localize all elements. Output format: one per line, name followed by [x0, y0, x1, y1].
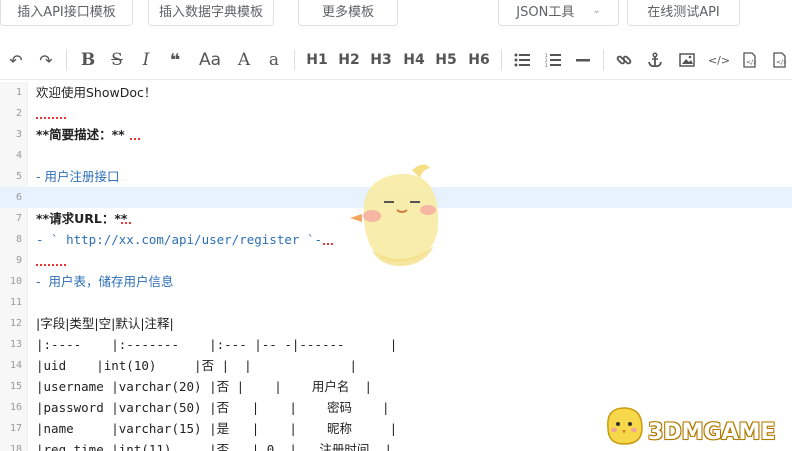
- chevron-down-icon: ⌄: [592, 4, 601, 16]
- bold-icon[interactable]: B: [78, 48, 98, 72]
- insert-api-template-label: 插入API接口模板: [17, 4, 116, 20]
- link-icon[interactable]: [614, 48, 634, 72]
- watermark-chick-icon: [607, 407, 643, 445]
- quote-icon[interactable]: ❝: [164, 48, 186, 72]
- horizontal-rule-icon[interactable]: [573, 48, 593, 72]
- editor-line: 12 |字段|类型|空|默认|注释|: [0, 313, 792, 334]
- code-icon[interactable]: </>: [708, 48, 730, 72]
- line-text: |username |varchar(20) |否 | | 用户名 |: [36, 379, 372, 394]
- more-templates-label: 更多模板: [321, 4, 374, 20]
- strikethrough-icon[interactable]: S: [107, 48, 127, 72]
- line-text: - 用户表，储存用户信息: [36, 274, 174, 289]
- line-text: **简要描述：**: [36, 127, 125, 142]
- line-number: 4: [15, 150, 22, 161]
- line-text: |字段|类型|空|默认|注释|: [36, 316, 174, 331]
- svg-text:</>: </>: [776, 59, 786, 66]
- line-text: - 用户注册接口: [36, 169, 120, 184]
- template-button-bar: 插入API接口模板 插入数据字典模板 更多模板 JSON工具 ⌄ 在线测试API: [0, 0, 792, 30]
- line-number: 2: [15, 108, 22, 119]
- line-number: 7: [15, 213, 22, 224]
- spellcheck-underline: [121, 221, 131, 224]
- json-tool-label: JSON工具: [516, 4, 575, 20]
- insert-api-template-button[interactable]: 插入API接口模板: [0, 0, 133, 26]
- lowercase-icon[interactable]: a: [264, 48, 284, 72]
- line-number: 15: [9, 381, 22, 392]
- line-number: 8: [15, 234, 22, 245]
- heading-2-button[interactable]: H2: [336, 48, 362, 72]
- chick-mascot-icon: [350, 164, 439, 266]
- editor-toolbar: ↶ ↷ B S I ❝ Aa A a H1 H2 H3 H4 H5 H6 123…: [0, 40, 792, 80]
- insert-data-dict-template-label: 插入数据字典模板: [158, 4, 263, 20]
- spellcheck-underline: [36, 116, 66, 119]
- italic-icon[interactable]: I: [136, 48, 156, 72]
- watermark-text: 3DMGAME: [648, 420, 776, 445]
- editor-line: 16 |password |varchar(50) |否 | | 密码 |: [0, 397, 792, 418]
- undo-icon[interactable]: ↶: [6, 48, 26, 72]
- redo-icon[interactable]: ↷: [36, 48, 56, 72]
- spellcheck-underline: [130, 137, 140, 140]
- line-number: 1: [15, 87, 22, 98]
- line-text: |name |varchar(15) |是 | | 昵称 |: [36, 421, 398, 436]
- heading-3-button[interactable]: H3: [368, 48, 394, 72]
- line-number: 13: [9, 339, 22, 350]
- editor-line: 14 |uid |int(10) |否 | | |: [0, 355, 792, 376]
- editor-line: 10 - 用户表，储存用户信息: [0, 271, 792, 292]
- line-text: |reg_time |int(11) |否 | 0 | 注册时间 |: [36, 442, 392, 451]
- unordered-list-icon[interactable]: [512, 48, 532, 72]
- line-text: **请求URL：**: [36, 211, 128, 226]
- line-number: 14: [9, 360, 22, 371]
- editor-line: 15 |username |varchar(20) |否 | | 用户名 |: [0, 376, 792, 397]
- spellcheck-underline: [36, 263, 66, 266]
- preformatted-icon[interactable]: </>: [770, 48, 788, 72]
- line-number: 6: [15, 192, 22, 203]
- anchor-icon[interactable]: [645, 48, 665, 72]
- heading-1-button[interactable]: H1: [304, 48, 330, 72]
- line-text: |password |varchar(50) |否 | | 密码 |: [36, 400, 390, 415]
- toolbar-divider: [294, 50, 295, 70]
- json-tool-dropdown[interactable]: JSON工具 ⌄: [498, 0, 619, 26]
- line-number: 9: [15, 255, 22, 266]
- online-test-api-label: 在线测试API: [647, 4, 720, 20]
- line-text: |uid |int(10) |否 | | |: [36, 358, 358, 373]
- line-number: 12: [9, 318, 22, 329]
- editor-line: 13 |:---- |:------- |:--- |-- -|------ |: [0, 334, 792, 355]
- ordered-list-icon[interactable]: 123: [543, 48, 563, 72]
- svg-text:3: 3: [545, 63, 548, 67]
- insert-data-dict-template-button[interactable]: 插入数据字典模板: [148, 0, 274, 26]
- toolbar-divider: [501, 50, 502, 70]
- heading-5-button[interactable]: H5: [433, 48, 459, 72]
- online-test-api-button[interactable]: 在线测试API: [627, 0, 740, 26]
- line-number: 17: [9, 423, 22, 434]
- line-number: 11: [9, 297, 22, 308]
- more-templates-button[interactable]: 更多模板: [298, 0, 398, 26]
- uppercase-first-icon[interactable]: Aa: [196, 48, 224, 72]
- uppercase-icon[interactable]: A: [234, 48, 254, 72]
- toolbar-divider: [66, 50, 67, 70]
- line-text: - ` http://xx.com/api/user/register `-: [36, 232, 322, 247]
- code-block-icon[interactable]: </>: [740, 48, 758, 72]
- editor-line: 2: [0, 103, 792, 124]
- line-number: 5: [15, 171, 22, 182]
- line-number: 16: [9, 402, 22, 413]
- heading-4-button[interactable]: H4: [401, 48, 427, 72]
- line-text: 欢迎使用ShowDoc！: [36, 85, 157, 100]
- editor-line: 1 欢迎使用ShowDoc！: [0, 82, 792, 103]
- svg-text:</>: </>: [746, 59, 756, 66]
- toolbar-divider: [603, 50, 604, 70]
- editor-line: 3 **简要描述：**: [0, 124, 792, 145]
- line-number: 18: [9, 444, 22, 451]
- line-number: 3: [15, 129, 22, 140]
- line-number: 10: [9, 276, 22, 287]
- image-icon[interactable]: [677, 48, 697, 72]
- heading-6-button[interactable]: H6: [466, 48, 492, 72]
- editor-line: 11: [0, 292, 792, 313]
- line-text: |:---- |:------- |:--- |-- -|------ |: [36, 337, 398, 352]
- spellcheck-underline: [323, 242, 333, 245]
